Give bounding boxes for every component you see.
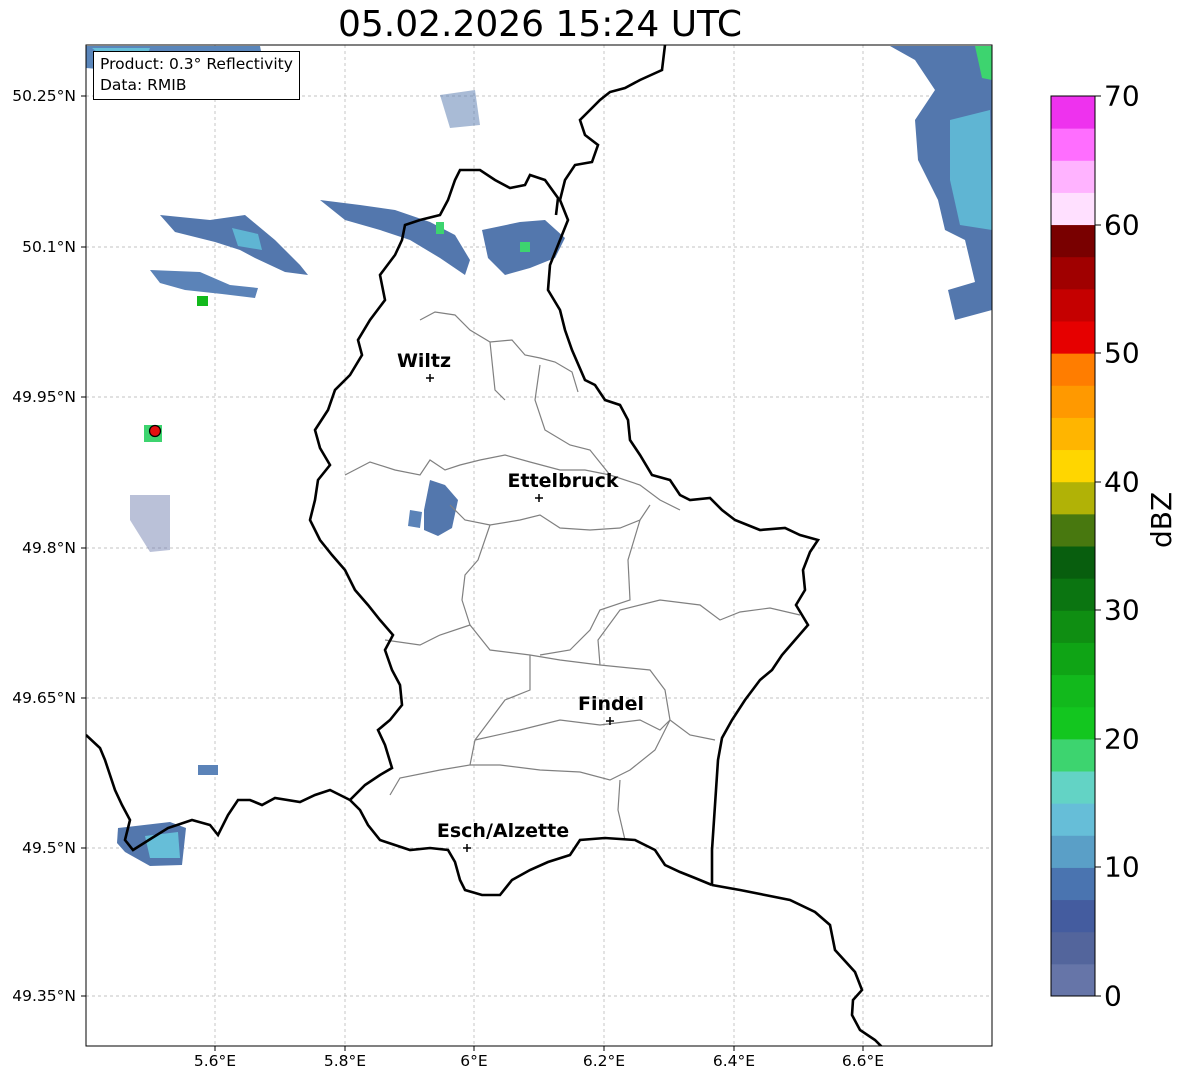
city-label-findel: Findel: [577, 693, 645, 715]
product-label: Product: 0.3° Reflectivity: [100, 55, 293, 73]
city-markers: [426, 374, 614, 852]
colorbar-segment: [1051, 738, 1095, 772]
lat-tick: 49.65°N: [12, 689, 76, 707]
colorbar: [1051, 96, 1095, 997]
colorbar-segment: [1051, 417, 1095, 451]
lon-tick: 6°E: [460, 1052, 488, 1070]
colorbar-segment: [1051, 931, 1095, 965]
colorbar-tick: 0: [1104, 979, 1122, 1013]
city-label-esch-alzette: Esch/Alzette: [436, 820, 570, 842]
lon-tick: 5.8°E: [323, 1052, 367, 1070]
colorbar-tick: 40: [1104, 465, 1140, 499]
radar-map[interactable]: [0, 0, 1184, 1081]
lat-tick: 49.5°N: [22, 839, 76, 857]
colorbar-tick: 10: [1104, 850, 1140, 884]
colorbar-segment: [1051, 160, 1095, 193]
country-borders: [86, 45, 883, 1046]
city-label-ettelbruck: Ettelbruck: [507, 470, 619, 492]
colorbar-segment: [1051, 899, 1095, 933]
axis-ticks: [81, 95, 864, 1051]
data-source-label: Data: RMIB: [100, 76, 187, 94]
lon-tick: 6.6°E: [841, 1052, 885, 1070]
colorbar-label: dBZ: [1145, 491, 1178, 548]
lon-tick: 6.2°E: [582, 1052, 626, 1070]
map-frame: [85, 44, 993, 1047]
colorbar-segment: [1051, 128, 1095, 161]
colorbar-segment: [1051, 288, 1095, 322]
colorbar-segment: [1051, 546, 1095, 579]
lon-tick: 6.4°E: [712, 1052, 756, 1070]
colorbar-segment: [1051, 353, 1095, 386]
colorbar-segment: [1051, 192, 1095, 226]
lat-tick: 49.8°N: [22, 539, 76, 557]
colorbar-tick: 70: [1104, 79, 1140, 113]
colorbar-segment: [1051, 96, 1095, 129]
colorbar-segment: [1051, 963, 1095, 997]
lat-tick: 50.1°N: [22, 238, 76, 256]
reflectivity-echoes: [86, 46, 992, 866]
product-info-box: Product: 0.3° Reflectivity Data: RMIB: [93, 51, 300, 100]
colorbar-segment: [1051, 610, 1095, 643]
colorbar-tick: 50: [1104, 336, 1140, 370]
lat-tick: 50.25°N: [12, 87, 76, 105]
lat-tick: 49.95°N: [12, 388, 76, 406]
graticule: [86, 45, 992, 1046]
colorbar-ticks: [1095, 95, 1101, 997]
colorbar-segment: [1051, 256, 1095, 290]
city-label-wiltz: Wiltz: [396, 350, 452, 372]
colorbar-segment: [1051, 771, 1095, 804]
colorbar-segment: [1051, 642, 1095, 676]
colorbar-segment: [1051, 578, 1095, 611]
lon-tick: 5.6°E: [193, 1052, 237, 1070]
colorbar-tick: 20: [1104, 722, 1140, 756]
colorbar-segment: [1051, 224, 1095, 258]
colorbar-segment: [1051, 385, 1095, 418]
colorbar-tick: 30: [1104, 593, 1140, 627]
radar-site-marker[interactable]: [148, 424, 162, 438]
colorbar-segment: [1051, 835, 1095, 868]
colorbar-segment: [1051, 706, 1095, 740]
colorbar-segment: [1051, 321, 1095, 354]
colorbar-segment: [1051, 867, 1095, 901]
colorbar-segment: [1051, 803, 1095, 836]
colorbar-segment: [1051, 481, 1095, 515]
canton-boundaries: [344, 311, 801, 841]
lat-tick: 49.35°N: [12, 987, 76, 1005]
colorbar-segment: [1051, 674, 1095, 708]
colorbar-segment: [1051, 513, 1095, 547]
colorbar-tick: 60: [1104, 208, 1140, 242]
colorbar-segment: [1051, 449, 1095, 483]
